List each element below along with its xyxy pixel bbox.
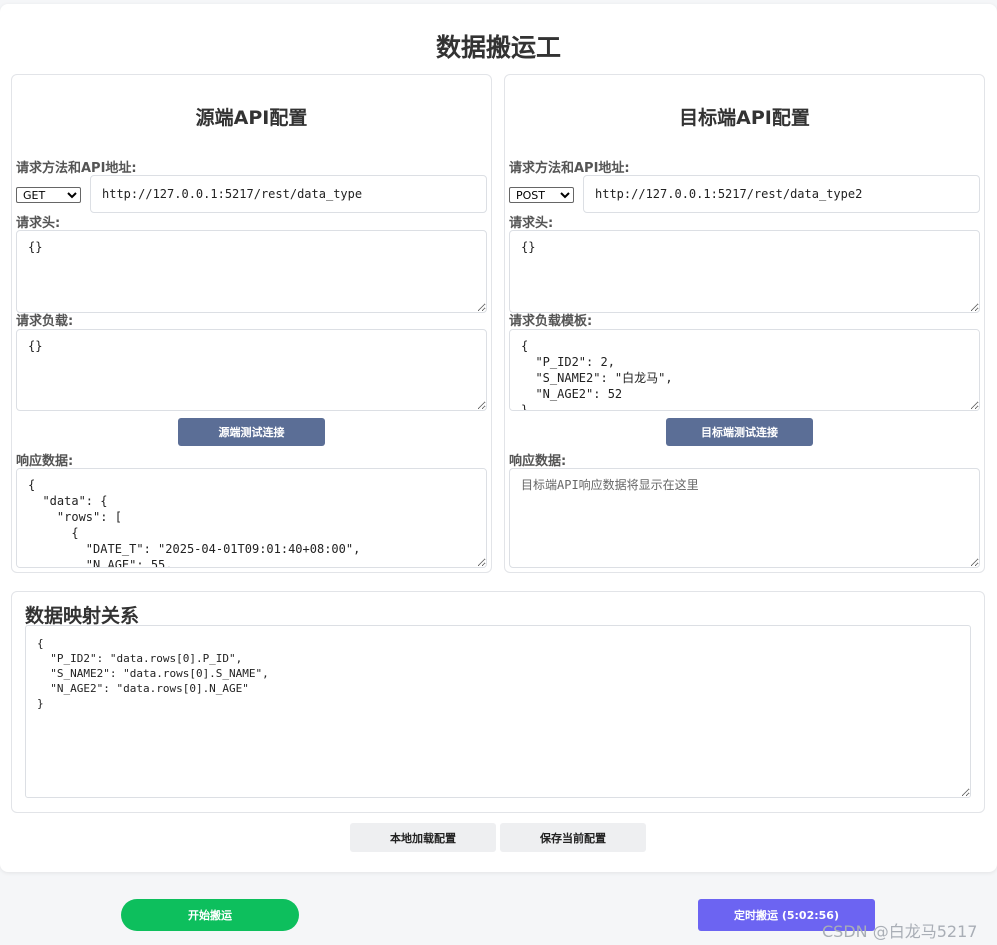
target-config-panel: 目标端API配置 请求方法和API地址: POST 请求头: {} 请求负载模板… [504,74,985,573]
target-response-textarea[interactable] [509,468,980,568]
load-config-button[interactable]: 本地加载配置 [350,823,496,852]
mapping-panel: 数据映射关系 { "P_ID2": "data.rows[0].P_ID", "… [11,591,985,813]
source-url-input[interactable] [90,175,487,213]
source-panel-title: 源端API配置 [195,107,308,129]
save-config-button[interactable]: 保存当前配置 [500,823,646,852]
target-panel-title: 目标端API配置 [679,107,810,129]
main-card: 数据搬运工 源端API配置 请求方法和API地址: GET 请求头: {} 请求… [0,4,997,872]
source-response-textarea[interactable]: { "data": { "rows": [ { "DATE_T": "2025-… [16,468,487,568]
source-payload-textarea[interactable]: {} [16,329,487,411]
target-headers-textarea[interactable]: {} [509,230,980,313]
mapping-title: 数据映射关系 [25,605,140,627]
target-method-select[interactable]: POST [509,187,574,203]
source-headers-textarea[interactable]: {} [16,230,487,313]
target-test-connection-button[interactable]: 目标端测试连接 [666,418,813,446]
source-config-panel: 源端API配置 请求方法和API地址: GET 请求头: {} 请求负载: {}… [11,74,492,573]
target-payload-textarea[interactable]: { "P_ID2": 2, "S_NAME2": "白龙马", "N_AGE2"… [509,329,980,411]
target-payload-label: 请求负载模板: [509,314,593,329]
mapping-textarea[interactable]: { "P_ID2": "data.rows[0].P_ID", "S_NAME2… [25,625,971,798]
csdn-watermark: CSDN @白龙马5217 [822,922,978,941]
source-method-select[interactable]: GET [16,187,81,203]
start-transfer-button[interactable]: 开始搬运 [121,899,299,931]
source-payload-label: 请求负载: [16,314,74,329]
source-test-connection-button[interactable]: 源端测试连接 [178,418,325,446]
page-title: 数据搬运工 [435,33,561,62]
target-url-input[interactable] [583,175,980,213]
